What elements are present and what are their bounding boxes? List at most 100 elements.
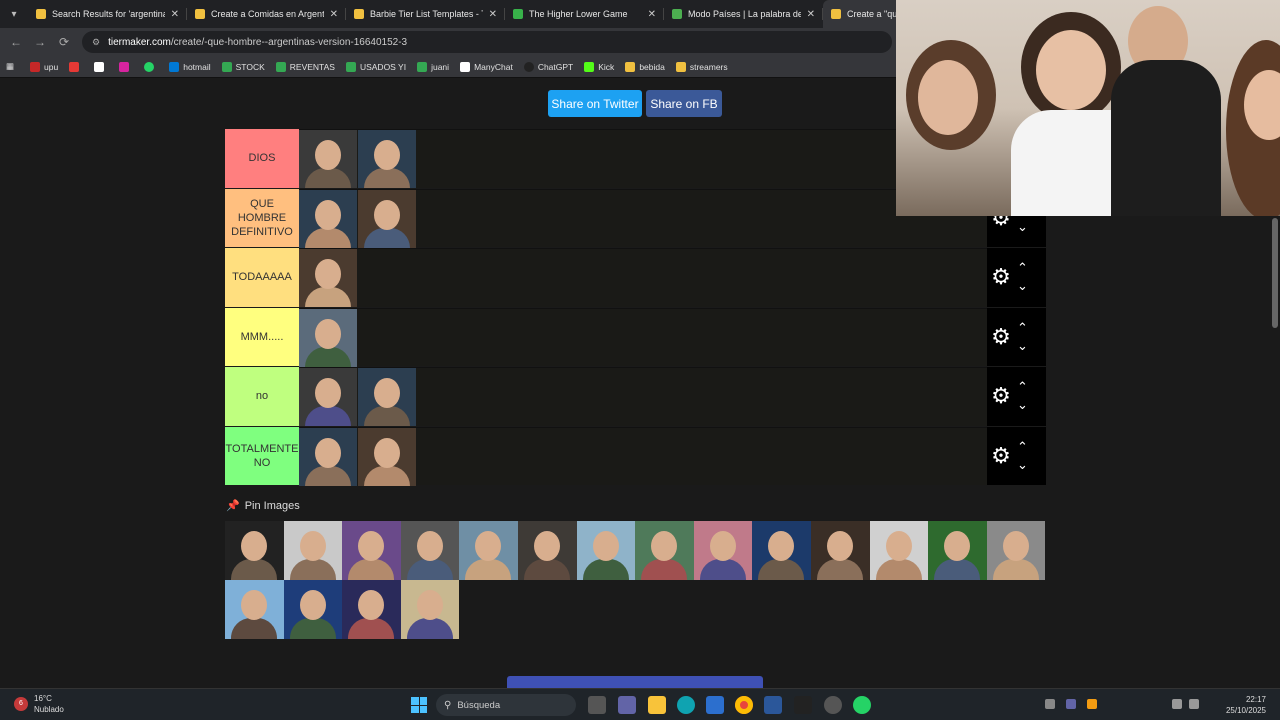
bookmark-reventas[interactable]: REVENTAS <box>275 61 335 72</box>
whatsapp-taskbar-icon[interactable] <box>853 696 871 714</box>
taskbar-search[interactable]: ⚲ Búsqueda <box>436 694 576 716</box>
teams-icon[interactable] <box>618 696 636 714</box>
close-icon[interactable]: ✕ <box>489 9 497 20</box>
chevron-up-icon[interactable]: ⌃ <box>1017 438 1028 456</box>
chevron-up-icon[interactable]: ⌃ <box>1017 319 1028 337</box>
bookmark-manychat[interactable]: ManyChat <box>460 61 513 72</box>
tab-1[interactable]: Create a Comidas en Argentina ✕ <box>187 0 346 28</box>
tier-items[interactable] <box>299 426 987 486</box>
tier-image[interactable] <box>358 130 416 188</box>
chevron-up-icon[interactable]: ⌃ <box>1017 378 1028 396</box>
weather-widget[interactable]: 6 16°C Nublado <box>14 693 64 715</box>
tier-label[interactable]: TODAAAAA <box>225 248 299 307</box>
chevron-down-icon[interactable]: ⌄ <box>1017 396 1028 414</box>
pool-image[interactable] <box>986 521 1046 580</box>
gear-icon[interactable]: ⚙ <box>987 383 1015 409</box>
pool-image[interactable] <box>400 580 460 639</box>
store-icon[interactable] <box>706 696 724 714</box>
bookmark-bebida[interactable]: bebida <box>625 61 665 72</box>
scrollbar-thumb[interactable] <box>1272 218 1278 328</box>
pool-image[interactable] <box>576 521 636 580</box>
chevron-down-icon[interactable]: ⌄ <box>1017 456 1028 474</box>
chevron-down-icon[interactable]: ⌄ <box>1017 277 1028 295</box>
pool-image[interactable] <box>225 521 284 580</box>
pool-image[interactable] <box>459 521 518 580</box>
tier-image[interactable] <box>358 368 416 426</box>
pool-image[interactable] <box>283 521 343 580</box>
tier-items[interactable] <box>299 129 987 188</box>
pool-image[interactable] <box>517 521 577 580</box>
bookmark-upu[interactable]: upu <box>30 61 58 72</box>
tier-image[interactable] <box>299 130 357 188</box>
tier-items[interactable] <box>299 367 987 426</box>
tier-label[interactable]: DIOS <box>225 129 299 188</box>
tier-image[interactable] <box>358 189 416 248</box>
tier-items[interactable] <box>299 188 987 248</box>
app-icon[interactable] <box>824 696 842 714</box>
site-info-icon[interactable]: ⚙ <box>92 37 100 48</box>
wifi-icon[interactable] <box>1172 699 1182 709</box>
chevron-down-icon[interactable]: ⌄ <box>1017 337 1028 355</box>
tier-image[interactable] <box>299 249 357 307</box>
close-icon[interactable]: ✕ <box>648 9 656 20</box>
apps-icon[interactable]: ▦ <box>6 61 14 72</box>
bookmark-kick[interactable]: Kick <box>584 61 614 72</box>
pool-image[interactable] <box>928 521 987 580</box>
instagram-icon[interactable] <box>119 61 133 72</box>
gear-icon[interactable]: ⚙ <box>987 443 1015 469</box>
pool-image[interactable] <box>810 521 870 580</box>
bookmark-juani[interactable]: juani <box>417 61 449 72</box>
address-bar[interactable]: ⚙ tiermaker.com/create/-que-hombre--arge… <box>82 31 892 53</box>
pool-image[interactable] <box>869 521 929 580</box>
word-icon[interactable] <box>764 696 782 714</box>
pool-image[interactable] <box>283 580 343 639</box>
bookmark-hotmail[interactable]: hotmail <box>169 61 211 72</box>
tier-image[interactable] <box>299 308 357 367</box>
tier-label[interactable]: QUE HOMBRE DEFINITIVO <box>225 188 299 247</box>
tray-icon[interactable] <box>1087 699 1097 709</box>
x-icon[interactable] <box>94 61 108 72</box>
clock[interactable]: 22:17 25/10/2025 <box>1226 694 1266 716</box>
tray-icon[interactable] <box>1066 699 1076 709</box>
edge-icon[interactable] <box>677 696 695 714</box>
tab-2[interactable]: Barbie Tier List Templates - Tier ✕ <box>346 0 505 28</box>
tier-label[interactable]: MMM..... <box>225 307 299 366</box>
tier-items[interactable] <box>299 248 987 307</box>
close-icon[interactable]: ✕ <box>807 9 815 20</box>
gear-icon[interactable]: ⚙ <box>987 264 1015 290</box>
chevron-up-icon[interactable]: ⌃ <box>1017 259 1028 277</box>
tab-search-button[interactable]: ▾ <box>0 0 28 28</box>
pool-image[interactable] <box>693 521 753 580</box>
bookmark-usados[interactable]: USADOS YI <box>345 61 406 72</box>
youtube-icon[interactable] <box>69 61 83 72</box>
close-icon[interactable]: ✕ <box>330 9 338 20</box>
tab-0[interactable]: Search Results for 'argentina' - ✕ <box>28 0 187 28</box>
save-button[interactable] <box>507 676 763 688</box>
tab-3[interactable]: The Higher Lower Game ✕ <box>505 0 664 28</box>
tray-icon[interactable] <box>1045 699 1055 709</box>
chevron-down-icon[interactable]: ⌄ <box>1017 218 1028 236</box>
tier-label[interactable]: no <box>225 367 299 426</box>
reload-icon[interactable]: ⟳ <box>52 35 76 49</box>
tier-label[interactable]: TOTALMENTE NO <box>225 426 299 485</box>
tier-items[interactable] <box>299 307 987 367</box>
gear-icon[interactable]: ⚙ <box>987 324 1015 350</box>
share-fb-button[interactable]: Share on FB <box>646 90 722 117</box>
tab-4[interactable]: Modo Países | La palabra del día ✕ <box>664 0 823 28</box>
close-icon[interactable]: ✕ <box>171 9 179 20</box>
pool-image[interactable] <box>342 580 401 639</box>
bookmark-chatgpt[interactable]: ChatGPT <box>523 61 573 72</box>
windows-start-icon[interactable] <box>411 697 427 713</box>
pool-image[interactable] <box>752 521 811 580</box>
bookmark-streamers[interactable]: streamers <box>675 61 728 72</box>
whatsapp-icon[interactable] <box>144 61 158 72</box>
chrome-icon[interactable] <box>735 696 753 714</box>
back-icon[interactable]: ← <box>4 35 28 49</box>
tier-image[interactable] <box>299 368 357 426</box>
tier-image[interactable] <box>358 427 416 486</box>
volume-icon[interactable] <box>1189 699 1199 709</box>
file-explorer-icon[interactable] <box>648 696 666 714</box>
pool-image[interactable] <box>225 580 284 639</box>
tier-image[interactable] <box>299 427 357 486</box>
bookmark-stock[interactable]: STOCK <box>221 61 265 72</box>
